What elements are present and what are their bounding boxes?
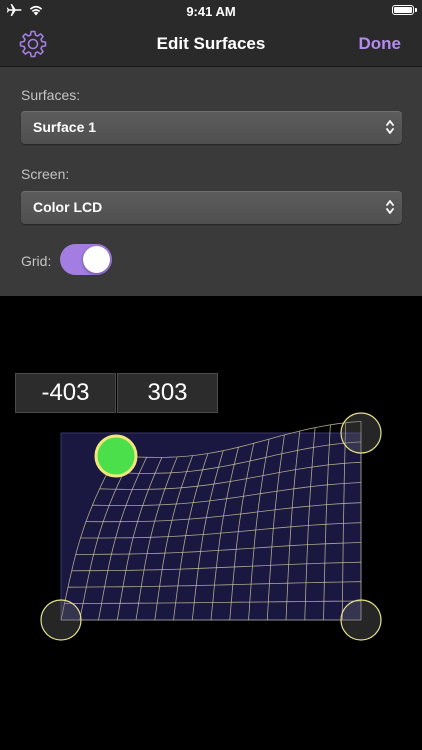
corner-handle-bottom-right[interactable] [340, 599, 382, 641]
navigation-bar: Edit Surfaces Done [0, 22, 422, 67]
status-bar: 9:41 AM [0, 0, 422, 22]
status-time: 9:41 AM [186, 4, 236, 19]
corner-handle-bottom-left[interactable] [40, 599, 82, 641]
surface-canvas[interactable] [0, 296, 422, 750]
screen-select[interactable]: Color LCD [21, 191, 402, 224]
corner-handle-top-left-active[interactable] [94, 434, 138, 478]
grid-label: Grid: [21, 253, 52, 269]
grid-toggle[interactable] [60, 244, 112, 275]
done-button[interactable]: Done [359, 34, 402, 54]
screen-select-value: Color LCD [33, 199, 103, 215]
corner-handle-top-right[interactable] [340, 412, 382, 454]
screen-label: Screen: [21, 166, 70, 182]
surfaces-select-value: Surface 1 [33, 119, 97, 135]
settings-panel: Surfaces: Surface 1 Screen: Color LCD Gr… [0, 67, 422, 296]
battery-icon [392, 5, 417, 15]
updown-chevron-icon [386, 200, 394, 214]
surfaces-label: Surfaces: [21, 87, 81, 103]
toggle-knob [83, 246, 110, 273]
surfaces-select[interactable]: Surface 1 [21, 111, 402, 144]
updown-chevron-icon [386, 120, 394, 134]
